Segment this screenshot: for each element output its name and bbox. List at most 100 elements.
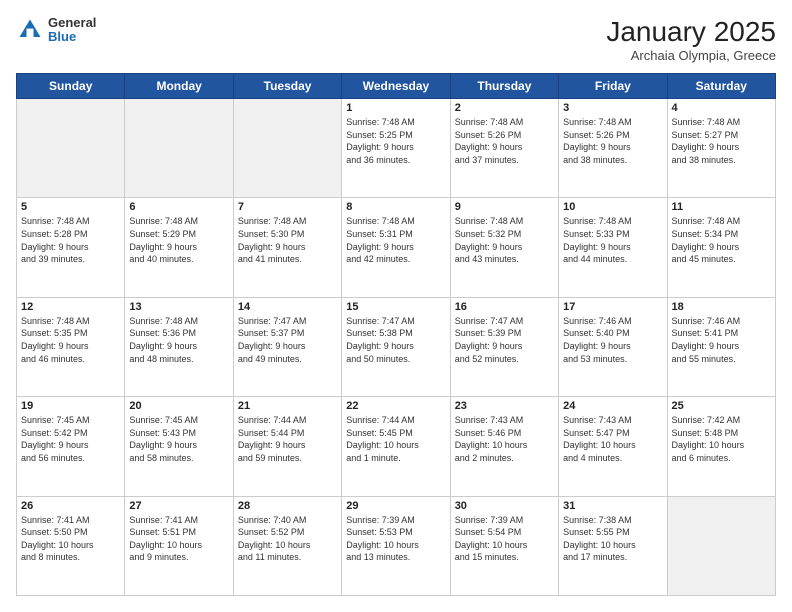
- day-info: Sunrise: 7:48 AM Sunset: 5:28 PM Dayligh…: [21, 215, 120, 265]
- day-number: 22: [346, 400, 445, 412]
- week-row-3: 12Sunrise: 7:48 AM Sunset: 5:35 PM Dayli…: [17, 297, 776, 396]
- day-info: Sunrise: 7:42 AM Sunset: 5:48 PM Dayligh…: [672, 414, 771, 464]
- calendar-cell: 21 Sunrise: 7:44 AM Sunset: 5:44 PM Dayli…: [233, 397, 341, 496]
- day-info: Sunrise: 7:48 AM Sunset: 5:36 PM Dayligh…: [129, 315, 228, 365]
- day-info: Sunrise: 7:38 AM Sunset: 5:55 PM Dayligh…: [563, 514, 662, 564]
- day-number: 2: [455, 102, 554, 114]
- day-number: 7: [238, 201, 337, 213]
- week-row-2: 5Sunrise: 7:48 AM Sunset: 5:28 PM Daylig…: [17, 198, 776, 297]
- day-info: Sunrise: 7:40 AM Sunset: 5:52 PM Dayligh…: [238, 514, 337, 564]
- day-number: 18: [672, 301, 771, 313]
- week-row-5: 26Sunrise: 7:41 AM Sunset: 5:50 PM Dayli…: [17, 496, 776, 595]
- day-info: Sunrise: 7:43 AM Sunset: 5:46 PM Dayligh…: [455, 414, 554, 464]
- day-info: Sunrise: 7:45 AM Sunset: 5:42 PM Dayligh…: [21, 414, 120, 464]
- calendar-cell: 12Sunrise: 7:48 AM Sunset: 5:35 PM Dayli…: [17, 297, 125, 396]
- day-number: 10: [563, 201, 662, 213]
- weekday-header-row: Sunday Monday Tuesday Wednesday Thursday…: [17, 74, 776, 99]
- location-subtitle: Archaia Olympia, Greece: [606, 48, 776, 63]
- day-number: 20: [129, 400, 228, 412]
- day-number: 29: [346, 500, 445, 512]
- day-info: Sunrise: 7:46 AM Sunset: 5:40 PM Dayligh…: [563, 315, 662, 365]
- day-info: Sunrise: 7:47 AM Sunset: 5:37 PM Dayligh…: [238, 315, 337, 365]
- calendar-cell: 16Sunrise: 7:47 AM Sunset: 5:39 PM Dayli…: [450, 297, 558, 396]
- day-number: 28: [238, 500, 337, 512]
- day-info: Sunrise: 7:48 AM Sunset: 5:32 PM Dayligh…: [455, 215, 554, 265]
- calendar-cell: 19 Sunrise: 7:45 AM Sunset: 5:42 PM Dayli…: [17, 397, 125, 496]
- calendar-cell: 30 Sunrise: 7:39 AM Sunset: 5:54 PM Dayli…: [450, 496, 558, 595]
- logo-general: General: [48, 16, 96, 30]
- calendar-table: Sunday Monday Tuesday Wednesday Thursday…: [16, 73, 776, 596]
- calendar-cell: [17, 99, 125, 198]
- header-thursday: Thursday: [450, 74, 558, 99]
- calendar-cell: 31 Sunrise: 7:38 AM Sunset: 5:55 PM Dayli…: [559, 496, 667, 595]
- calendar-cell: 8 Sunrise: 7:48 AM Sunset: 5:31 PM Daylig…: [342, 198, 450, 297]
- day-number: 11: [672, 201, 771, 213]
- calendar-cell: 22Sunrise: 7:44 AM Sunset: 5:45 PM Dayli…: [342, 397, 450, 496]
- week-row-4: 19 Sunrise: 7:45 AM Sunset: 5:42 PM Dayli…: [17, 397, 776, 496]
- day-info: Sunrise: 7:47 AM Sunset: 5:38 PM Dayligh…: [346, 315, 445, 365]
- header-saturday: Saturday: [667, 74, 775, 99]
- day-number: 19: [21, 400, 120, 412]
- day-info: Sunrise: 7:48 AM Sunset: 5:30 PM Dayligh…: [238, 215, 337, 265]
- calendar-cell: [125, 99, 233, 198]
- day-number: 25: [672, 400, 771, 412]
- calendar-cell: 4Sunrise: 7:48 AM Sunset: 5:27 PM Daylig…: [667, 99, 775, 198]
- day-info: Sunrise: 7:46 AM Sunset: 5:41 PM Dayligh…: [672, 315, 771, 365]
- calendar-cell: [233, 99, 341, 198]
- day-info: Sunrise: 7:43 AM Sunset: 5:47 PM Dayligh…: [563, 414, 662, 464]
- calendar-cell: 2Sunrise: 7:48 AM Sunset: 5:26 PM Daylig…: [450, 99, 558, 198]
- calendar-cell: [667, 496, 775, 595]
- day-number: 12: [21, 301, 120, 313]
- calendar-cell: 25 Sunrise: 7:42 AM Sunset: 5:48 PM Dayli…: [667, 397, 775, 496]
- calendar-cell: 3 Sunrise: 7:48 AM Sunset: 5:26 PM Daylig…: [559, 99, 667, 198]
- day-number: 8: [346, 201, 445, 213]
- logo-blue: Blue: [48, 30, 96, 44]
- day-number: 31: [563, 500, 662, 512]
- day-info: Sunrise: 7:48 AM Sunset: 5:31 PM Dayligh…: [346, 215, 445, 265]
- calendar-cell: 9Sunrise: 7:48 AM Sunset: 5:32 PM Daylig…: [450, 198, 558, 297]
- header-wednesday: Wednesday: [342, 74, 450, 99]
- logo-icon: [16, 16, 44, 44]
- day-number: 23: [455, 400, 554, 412]
- day-info: Sunrise: 7:45 AM Sunset: 5:43 PM Dayligh…: [129, 414, 228, 464]
- calendar-cell: 28 Sunrise: 7:40 AM Sunset: 5:52 PM Dayli…: [233, 496, 341, 595]
- header-monday: Monday: [125, 74, 233, 99]
- calendar-cell: 17 Sunrise: 7:46 AM Sunset: 5:40 PM Dayli…: [559, 297, 667, 396]
- calendar-cell: 26Sunrise: 7:41 AM Sunset: 5:50 PM Dayli…: [17, 496, 125, 595]
- calendar-cell: 20 Sunrise: 7:45 AM Sunset: 5:43 PM Dayli…: [125, 397, 233, 496]
- day-info: Sunrise: 7:39 AM Sunset: 5:54 PM Dayligh…: [455, 514, 554, 564]
- calendar-cell: 10 Sunrise: 7:48 AM Sunset: 5:33 PM Dayli…: [559, 198, 667, 297]
- day-number: 30: [455, 500, 554, 512]
- page-header: General Blue January 2025 Archaia Olympi…: [16, 16, 776, 63]
- month-title: January 2025: [606, 16, 776, 48]
- calendar-cell: 18 Sunrise: 7:46 AM Sunset: 5:41 PM Dayli…: [667, 297, 775, 396]
- day-info: Sunrise: 7:48 AM Sunset: 5:29 PM Dayligh…: [129, 215, 228, 265]
- calendar-cell: 23 Sunrise: 7:43 AM Sunset: 5:46 PM Dayli…: [450, 397, 558, 496]
- page-container: General Blue January 2025 Archaia Olympi…: [0, 0, 792, 612]
- calendar-cell: 24 Sunrise: 7:43 AM Sunset: 5:47 PM Dayli…: [559, 397, 667, 496]
- day-info: Sunrise: 7:44 AM Sunset: 5:44 PM Dayligh…: [238, 414, 337, 464]
- day-number: 13: [129, 301, 228, 313]
- day-number: 17: [563, 301, 662, 313]
- day-number: 21: [238, 400, 337, 412]
- day-info: Sunrise: 7:48 AM Sunset: 5:33 PM Dayligh…: [563, 215, 662, 265]
- day-info: Sunrise: 7:48 AM Sunset: 5:34 PM Dayligh…: [672, 215, 771, 265]
- day-number: 15: [346, 301, 445, 313]
- header-tuesday: Tuesday: [233, 74, 341, 99]
- day-number: 26: [21, 500, 120, 512]
- day-info: Sunrise: 7:47 AM Sunset: 5:39 PM Dayligh…: [455, 315, 554, 365]
- calendar-cell: 7 Sunrise: 7:48 AM Sunset: 5:30 PM Daylig…: [233, 198, 341, 297]
- day-info: Sunrise: 7:48 AM Sunset: 5:27 PM Dayligh…: [672, 116, 771, 166]
- calendar-cell: 29Sunrise: 7:39 AM Sunset: 5:53 PM Dayli…: [342, 496, 450, 595]
- day-number: 24: [563, 400, 662, 412]
- logo-text: General Blue: [48, 16, 96, 45]
- day-number: 14: [238, 301, 337, 313]
- day-info: Sunrise: 7:48 AM Sunset: 5:25 PM Dayligh…: [346, 116, 445, 166]
- calendar-cell: 11 Sunrise: 7:48 AM Sunset: 5:34 PM Dayli…: [667, 198, 775, 297]
- title-section: January 2025 Archaia Olympia, Greece: [606, 16, 776, 63]
- day-info: Sunrise: 7:48 AM Sunset: 5:26 PM Dayligh…: [563, 116, 662, 166]
- calendar-cell: 13 Sunrise: 7:48 AM Sunset: 5:36 PM Dayli…: [125, 297, 233, 396]
- day-number: 3: [563, 102, 662, 114]
- header-sunday: Sunday: [17, 74, 125, 99]
- calendar-cell: 1Sunrise: 7:48 AM Sunset: 5:25 PM Daylig…: [342, 99, 450, 198]
